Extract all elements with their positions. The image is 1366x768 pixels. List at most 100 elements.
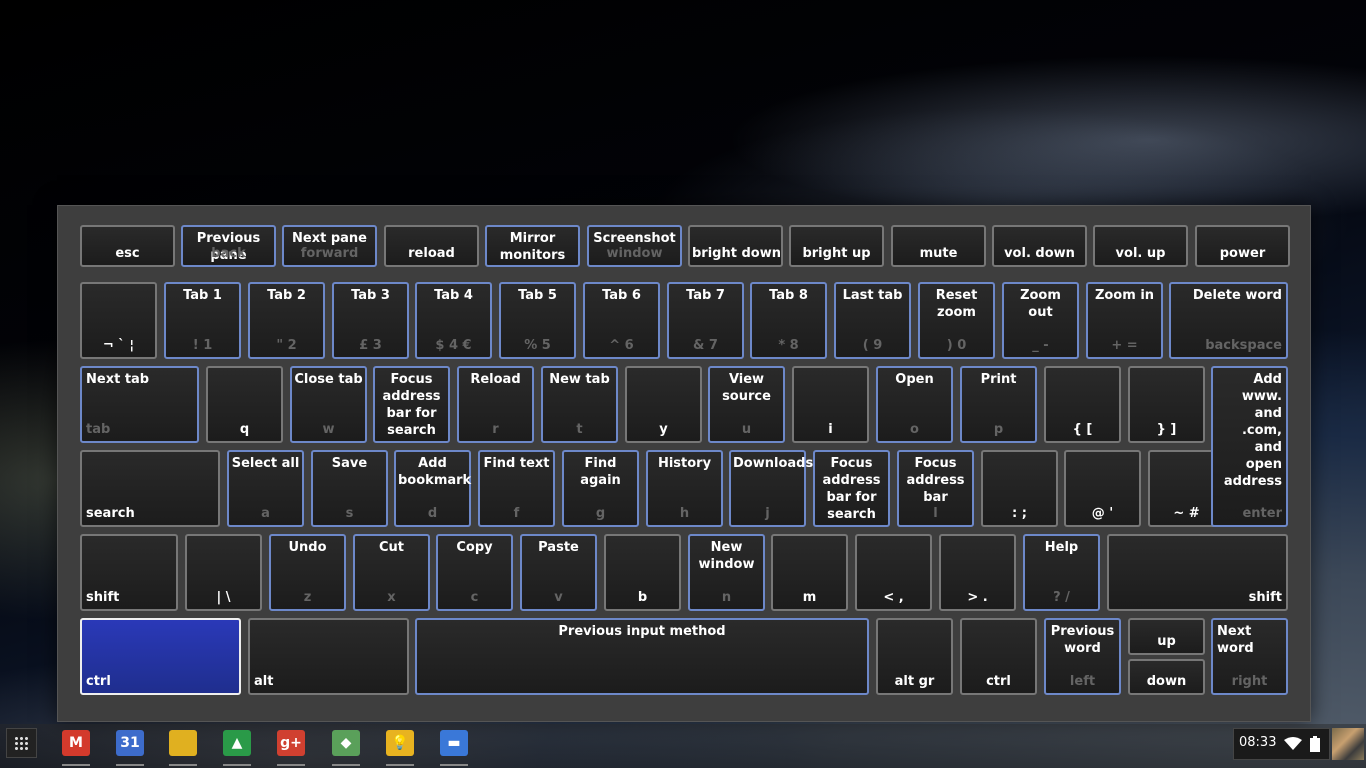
- key-action-label: New window: [698, 540, 755, 572]
- key-blank[interactable]: > .: [939, 534, 1016, 611]
- key-blank[interactable]: Help ? /: [1023, 534, 1100, 611]
- key-blank[interactable]: < ,: [855, 534, 932, 611]
- key-y[interactable]: y: [625, 366, 702, 443]
- key-2[interactable]: Tab 2 " 2: [248, 282, 325, 359]
- drive-icon[interactable]: ▲: [223, 730, 251, 756]
- key-enter[interactable]: Add www. and .com, and open address enter: [1211, 366, 1288, 527]
- key-t[interactable]: New tab t: [541, 366, 618, 443]
- chrome-icon[interactable]: [169, 730, 197, 756]
- key-shift[interactable]: shift: [80, 534, 178, 611]
- key-s[interactable]: Save s: [311, 450, 388, 527]
- key-m[interactable]: m: [771, 534, 848, 611]
- key-3[interactable]: Tab 3 £ 3: [332, 282, 409, 359]
- key-action-label: Next pane: [292, 231, 367, 246]
- key-left[interactable]: Previous word left: [1044, 618, 1121, 695]
- key-vol-up[interactable]: vol. up: [1093, 225, 1188, 267]
- key-action-label: Next word: [1217, 624, 1254, 656]
- files-icon[interactable]: ▬: [440, 730, 468, 756]
- key-cap-label: d: [427, 506, 438, 521]
- key-esc[interactable]: esc: [80, 225, 175, 267]
- google-plus-icon[interactable]: g+: [277, 730, 305, 756]
- key-1[interactable]: Tab 1 ! 1: [164, 282, 241, 359]
- key-mute[interactable]: mute: [891, 225, 986, 267]
- key-tab[interactable]: Next tab tab: [80, 366, 199, 443]
- key-7[interactable]: Tab 7 & 7: [667, 282, 744, 359]
- calendar-icon[interactable]: 31: [116, 730, 144, 756]
- key-backspace[interactable]: Delete word backspace: [1169, 282, 1288, 359]
- key-blank[interactable]: @ ': [1064, 450, 1141, 527]
- key-previous-input-method[interactable]: Previous input method: [415, 618, 869, 695]
- key-cap-label: back: [211, 246, 246, 261]
- key-a[interactable]: Select all a: [227, 450, 304, 527]
- key-ctrl[interactable]: ctrl: [960, 618, 1037, 695]
- keyboard-overlay: esc Previous pane back Next pane forward relo…: [57, 205, 1311, 722]
- key-bright-up[interactable]: bright up: [789, 225, 884, 267]
- key-blank[interactable]: } ]: [1128, 366, 1205, 443]
- user-avatar[interactable]: [1332, 728, 1364, 760]
- key-cap-label: forward: [300, 246, 359, 261]
- key-i[interactable]: i: [792, 366, 869, 443]
- key-blank[interactable]: Zoom out _ -: [1002, 282, 1079, 359]
- key-n[interactable]: New window n: [688, 534, 765, 611]
- key-alt-gr[interactable]: alt gr: [876, 618, 953, 695]
- key-v[interactable]: Paste v: [520, 534, 597, 611]
- key-blank[interactable]: | \: [185, 534, 262, 611]
- key-4[interactable]: Tab 4 $ 4 €: [415, 282, 492, 359]
- key-blank[interactable]: Zoom in + =: [1086, 282, 1163, 359]
- key-p[interactable]: Print p: [960, 366, 1037, 443]
- key-alt[interactable]: alt: [248, 618, 409, 695]
- key-z[interactable]: Undo z: [269, 534, 346, 611]
- key-g[interactable]: Find again g: [562, 450, 639, 527]
- key-ctrl[interactable]: ctrl: [80, 618, 241, 695]
- key-j[interactable]: Downloads j: [729, 450, 813, 527]
- key-9[interactable]: Last tab ( 9: [834, 282, 911, 359]
- app-glyph: ◆: [340, 735, 352, 751]
- key-down[interactable]: down: [1128, 659, 1205, 695]
- key-q[interactable]: q: [206, 366, 283, 443]
- key-vol-down[interactable]: vol. down: [992, 225, 1087, 267]
- key-0[interactable]: Reset zoom) 0: [918, 282, 995, 359]
- key-u[interactable]: View source u: [708, 366, 785, 443]
- key-action-label: New tab: [549, 372, 610, 387]
- key-x[interactable]: Cut x: [353, 534, 430, 611]
- app-launcher-button[interactable]: [6, 728, 37, 758]
- key-right[interactable]: Next word right: [1211, 618, 1288, 695]
- running-indicator: [332, 764, 360, 766]
- key-window[interactable]: Screenshot window: [587, 225, 682, 267]
- key-forward[interactable]: Next pane forward: [282, 225, 377, 267]
- key-6[interactable]: Tab 6 ^ 6: [583, 282, 660, 359]
- battery-icon: [1310, 736, 1320, 752]
- key-shift[interactable]: shift: [1107, 534, 1288, 611]
- key-focus-address-bar-for-search[interactable]: Focus address bar for search: [813, 450, 890, 527]
- key-f[interactable]: Find text f: [478, 450, 555, 527]
- key-focus-address-bar-for-search[interactable]: Focus address bar for search: [373, 366, 450, 443]
- key-up[interactable]: up: [1128, 618, 1205, 655]
- key-r[interactable]: Reload r: [457, 366, 534, 443]
- key-5[interactable]: Tab 5 % 5: [499, 282, 576, 359]
- key-bright-down[interactable]: bright down: [688, 225, 783, 267]
- key-d[interactable]: Add bookmark d: [394, 450, 471, 527]
- key-8[interactable]: Tab 8 * 8: [750, 282, 827, 359]
- key-search[interactable]: search: [80, 450, 220, 527]
- key-cap-label: tab: [86, 422, 111, 437]
- key-o[interactable]: Open o: [876, 366, 953, 443]
- key-h[interactable]: History h: [646, 450, 723, 527]
- key-l[interactable]: Focus address bar l: [897, 450, 974, 527]
- key-power[interactable]: power: [1195, 225, 1290, 267]
- gmail-icon[interactable]: M: [62, 730, 90, 756]
- status-tray[interactable]: 08:33: [1233, 728, 1330, 760]
- key-blank[interactable]: ¬ ` ¦: [80, 282, 157, 359]
- key-mirror-monitors[interactable]: Mirror monitors: [485, 225, 580, 267]
- running-indicator: [223, 764, 251, 766]
- keep-icon[interactable]: 💡: [386, 730, 414, 756]
- key-c[interactable]: Copy c: [436, 534, 513, 611]
- key-action-label: Zoom out: [1020, 288, 1061, 320]
- maps-icon[interactable]: ◆: [332, 730, 360, 756]
- key-back[interactable]: Previous pane back: [181, 225, 276, 267]
- key-cap-label: ( 9: [862, 338, 883, 353]
- key-w[interactable]: Close tab w: [290, 366, 367, 443]
- key-reload[interactable]: reload: [384, 225, 479, 267]
- key-blank[interactable]: { [: [1044, 366, 1121, 443]
- key-blank[interactable]: : ;: [981, 450, 1058, 527]
- key-b[interactable]: b: [604, 534, 681, 611]
